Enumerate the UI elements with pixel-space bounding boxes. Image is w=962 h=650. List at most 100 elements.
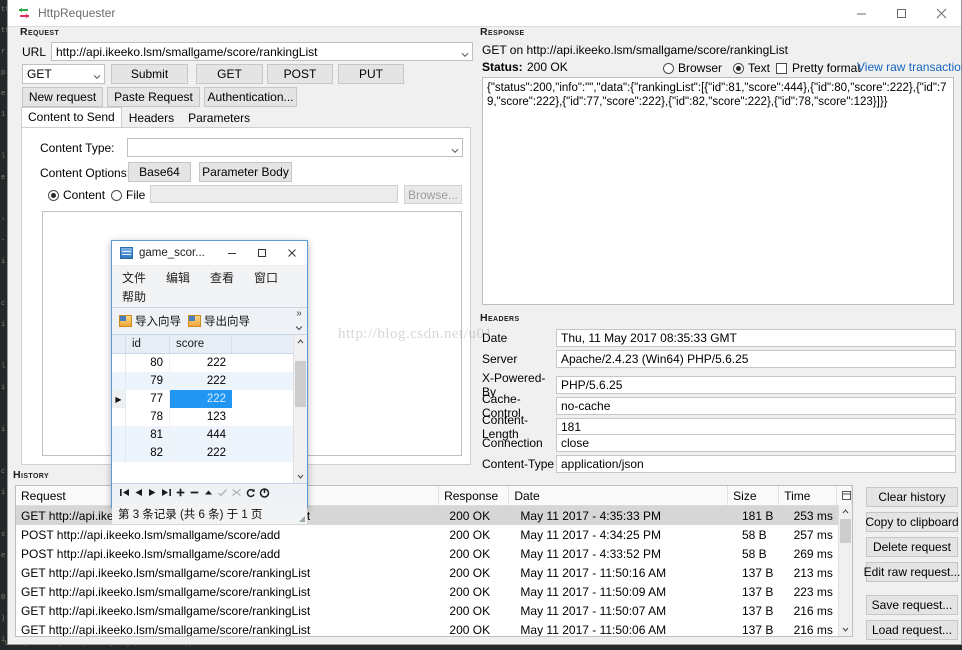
cell-score[interactable]: 222 bbox=[170, 444, 232, 462]
cell-score-selected[interactable]: 222 bbox=[170, 390, 232, 408]
response-body[interactable]: {"status":200,"info":"","data":{"ranking… bbox=[482, 77, 954, 305]
chevron-down-icon[interactable] bbox=[93, 70, 100, 77]
header-value[interactable]: Apache/2.4.23 (Win64) PHP/5.6.25 bbox=[556, 350, 956, 368]
column-header-date[interactable]: Date bbox=[509, 486, 728, 505]
base64-button[interactable]: Base64 bbox=[128, 162, 191, 182]
edit-raw-request-button[interactable]: Edit raw request... bbox=[866, 562, 958, 582]
menu-item-file[interactable]: 文件 bbox=[122, 269, 146, 286]
navicat-maximize-icon[interactable] bbox=[247, 241, 277, 265]
last-record-icon[interactable] bbox=[159, 488, 173, 499]
content-radio[interactable]: Content bbox=[48, 188, 105, 202]
navicat-minimize-icon[interactable] bbox=[217, 241, 247, 265]
load-request-button[interactable]: Load request... bbox=[866, 620, 958, 640]
grid-row[interactable]: 79 222 bbox=[112, 372, 307, 390]
history-scrollbar[interactable] bbox=[838, 505, 852, 636]
content-type-select[interactable] bbox=[127, 138, 463, 157]
table-row[interactable]: GET http://api.ikeeko.lsm/smallgame/scor… bbox=[16, 582, 852, 601]
grid-header-score[interactable]: score bbox=[170, 335, 232, 353]
column-header-time[interactable]: Time bbox=[779, 486, 837, 505]
stop-icon[interactable] bbox=[257, 488, 271, 500]
close-icon[interactable] bbox=[921, 0, 961, 26]
copy-to-clipboard-button[interactable]: Copy to clipboard bbox=[866, 512, 958, 532]
table-row[interactable]: POST http://api.ikeeko.lsm/smallgame/sco… bbox=[16, 544, 852, 563]
tab-parameters[interactable]: Parameters bbox=[181, 108, 257, 128]
grid-row[interactable]: 82 222 bbox=[112, 444, 307, 462]
grid-header-id[interactable]: id bbox=[126, 335, 170, 353]
column-header-response[interactable]: Response bbox=[439, 486, 509, 505]
put-button[interactable]: PUT bbox=[338, 64, 404, 84]
navicat-data-grid[interactable]: id score 80 222 79 222 ▶ 77 222 78 123 8… bbox=[112, 335, 307, 483]
menu-item-edit[interactable]: 编辑 bbox=[166, 269, 190, 286]
next-record-icon[interactable] bbox=[145, 488, 159, 499]
grid-row-current[interactable]: ▶ 77 222 bbox=[112, 390, 307, 408]
parameter-body-button[interactable]: Parameter Body bbox=[199, 162, 292, 182]
grid-row[interactable]: 78 123 bbox=[112, 408, 307, 426]
pretty-format-checkbox[interactable]: Pretty format bbox=[776, 61, 861, 75]
cell-score[interactable]: 222 bbox=[170, 354, 232, 372]
menu-item-help[interactable]: 帮助 bbox=[122, 288, 146, 305]
scrollbar-thumb[interactable] bbox=[840, 519, 851, 543]
cell-id[interactable]: 81 bbox=[126, 426, 170, 444]
paste-request-button[interactable]: Paste Request bbox=[107, 87, 200, 107]
table-row[interactable]: POST http://api.ikeeko.lsm/smallgame/sco… bbox=[16, 525, 852, 544]
browse-button[interactable]: Browse... bbox=[404, 185, 462, 204]
previous-record-icon[interactable] bbox=[131, 488, 145, 499]
export-wizard-button[interactable]: 导出向导 bbox=[188, 313, 250, 329]
delete-request-button[interactable]: Delete request bbox=[866, 537, 958, 557]
scroll-down-icon[interactable] bbox=[839, 623, 852, 636]
menu-item-view[interactable]: 查看 bbox=[210, 269, 234, 286]
column-header-settings[interactable] bbox=[837, 486, 852, 505]
cancel-edit-icon[interactable] bbox=[229, 488, 243, 499]
scroll-up-icon[interactable] bbox=[294, 335, 307, 348]
submit-button[interactable]: Submit bbox=[111, 64, 188, 84]
refresh-icon[interactable] bbox=[243, 488, 257, 500]
file-radio[interactable]: File bbox=[111, 188, 145, 202]
menu-item-window[interactable]: 窗口 bbox=[254, 269, 278, 286]
browser-radio[interactable]: Browser bbox=[663, 61, 722, 75]
cell-id[interactable]: 78 bbox=[126, 408, 170, 426]
delete-record-icon[interactable] bbox=[187, 488, 201, 499]
method-select[interactable]: GET bbox=[22, 64, 105, 84]
clear-history-button[interactable]: Clear history bbox=[866, 487, 958, 507]
get-button[interactable]: GET bbox=[196, 64, 263, 84]
scroll-up-icon[interactable] bbox=[839, 505, 852, 518]
header-value[interactable]: Thu, 11 May 2017 08:35:33 GMT bbox=[556, 329, 956, 347]
cell-id[interactable]: 77 bbox=[126, 390, 170, 408]
table-row[interactable]: GET http://api.ikeeko.lsm/smallgame/scor… bbox=[16, 620, 852, 637]
table-row[interactable]: GET http://api.ikeeko.lsm/smallgame/scor… bbox=[16, 563, 852, 582]
url-input[interactable]: http://api.ikeeko.lsm/smallgame/score/ra… bbox=[51, 42, 473, 61]
authentication-button[interactable]: Authentication... bbox=[204, 87, 297, 107]
text-radio[interactable]: Text bbox=[733, 61, 770, 75]
toolbar-overflow-icon[interactable]: » bbox=[294, 309, 304, 319]
tab-content-to-send[interactable]: Content to Send bbox=[21, 107, 122, 128]
apply-change-icon[interactable] bbox=[201, 488, 215, 499]
header-value[interactable]: close bbox=[556, 434, 956, 452]
scroll-down-icon[interactable] bbox=[294, 470, 307, 483]
tab-headers[interactable]: Headers bbox=[122, 108, 181, 128]
cell-id[interactable]: 79 bbox=[126, 372, 170, 390]
grid-row[interactable]: 80 222 bbox=[112, 354, 307, 372]
cell-score[interactable]: 123 bbox=[170, 408, 232, 426]
cell-score[interactable]: 222 bbox=[170, 372, 232, 390]
grid-scrollbar[interactable] bbox=[293, 335, 307, 483]
grid-row[interactable]: 81 444 bbox=[112, 426, 307, 444]
new-request-button[interactable]: New request bbox=[22, 87, 103, 107]
save-request-button[interactable]: Save request... bbox=[866, 595, 958, 615]
add-record-icon[interactable] bbox=[173, 488, 187, 499]
chevron-down-icon[interactable] bbox=[451, 143, 458, 150]
maximize-icon[interactable] bbox=[881, 0, 921, 26]
confirm-edit-icon[interactable] bbox=[215, 488, 229, 499]
cell-id[interactable]: 80 bbox=[126, 354, 170, 372]
toolbar-overflow-down-icon[interactable] bbox=[294, 324, 304, 333]
navicat-close-icon[interactable] bbox=[277, 241, 307, 265]
scrollbar-thumb[interactable] bbox=[295, 361, 306, 407]
cell-score[interactable]: 444 bbox=[170, 426, 232, 444]
first-record-icon[interactable] bbox=[117, 488, 131, 499]
view-raw-transaction-link[interactable]: View raw transaction bbox=[857, 60, 962, 74]
post-button[interactable]: POST bbox=[267, 64, 333, 84]
import-wizard-button[interactable]: 导入向导 bbox=[119, 313, 181, 329]
file-path-input[interactable] bbox=[150, 185, 398, 203]
chevron-down-icon[interactable] bbox=[461, 47, 468, 54]
cell-id[interactable]: 82 bbox=[126, 444, 170, 462]
column-header-size[interactable]: Size bbox=[728, 486, 779, 505]
